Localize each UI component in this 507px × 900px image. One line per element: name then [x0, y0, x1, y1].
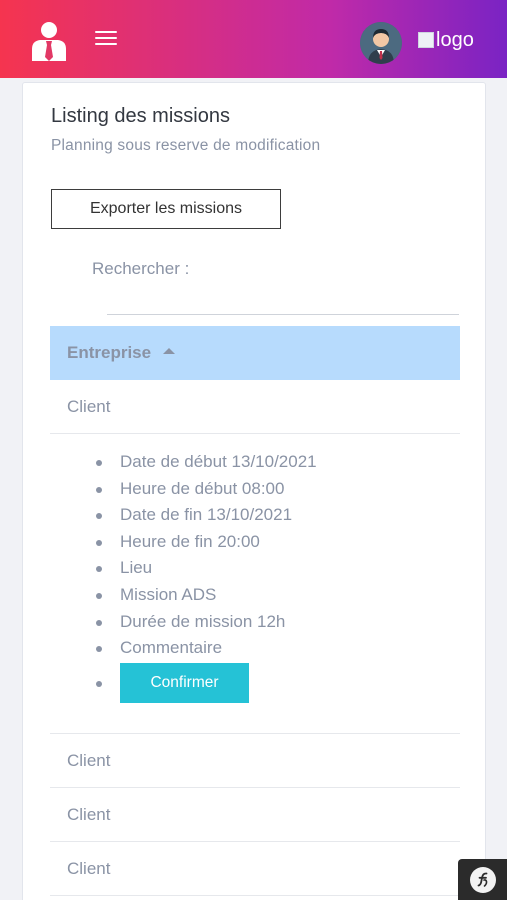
- search-label: Rechercher :: [92, 259, 190, 278]
- logo[interactable]: logo: [418, 28, 474, 52]
- sort-ascending-icon: [163, 348, 176, 354]
- symfony-toolbar-toggle[interactable]: [458, 859, 507, 900]
- list-item: Lieu: [50, 555, 317, 582]
- column-header-label: Entreprise: [67, 343, 152, 362]
- confirm-button[interactable]: Confirmer: [120, 662, 249, 703]
- list-item: Date de début 13/10/2021: [50, 449, 317, 476]
- page-title: Listing des missions: [51, 105, 230, 127]
- missions-card: Listing des missions Planning sous reser…: [22, 82, 486, 900]
- table-row[interactable]: Client: [50, 842, 460, 896]
- logo-alt-text: logo: [436, 28, 474, 51]
- table-row[interactable]: Client: [50, 380, 460, 434]
- user-tie-icon[interactable]: [30, 21, 68, 61]
- details-list: Date de début 13/10/2021 Heure de début …: [50, 449, 317, 706]
- list-item: Date de fin 13/10/2021: [50, 502, 317, 529]
- list-item: Durée de mission 12h: [50, 609, 317, 636]
- search-input[interactable]: [107, 289, 459, 315]
- list-item: Heure de fin 20:00: [50, 529, 317, 556]
- row-client: Client: [67, 858, 111, 878]
- row-client: Client: [67, 804, 111, 824]
- row-details: Date de début 13/10/2021 Heure de début …: [50, 435, 460, 734]
- row-client: Client: [67, 750, 111, 770]
- page-subtitle: Planning sous reserve de modification: [51, 137, 321, 154]
- table-row[interactable]: Client: [50, 788, 460, 842]
- list-item: Commentaire: [50, 635, 317, 662]
- list-item: Heure de début 08:00: [50, 476, 317, 503]
- export-missions-button[interactable]: Exporter les missions: [51, 189, 281, 229]
- list-item: Mission ADS: [50, 582, 317, 609]
- list-item-confirm: Confirmer: [50, 662, 317, 706]
- broken-image-icon: [418, 32, 434, 48]
- top-navbar: logo: [0, 0, 507, 78]
- hamburger-icon[interactable]: [95, 31, 117, 47]
- column-header-entreprise[interactable]: Entreprise: [50, 326, 460, 380]
- symfony-icon: [469, 866, 496, 893]
- row-client: Client: [67, 396, 111, 416]
- avatar[interactable]: [360, 22, 402, 64]
- table-row[interactable]: Client: [50, 734, 460, 788]
